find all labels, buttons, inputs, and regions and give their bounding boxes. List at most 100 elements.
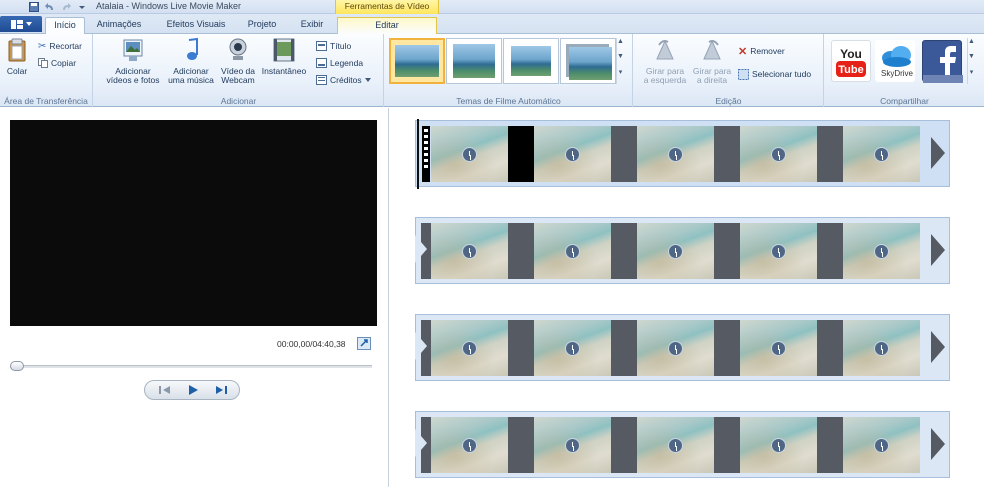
clip-frame[interactable] xyxy=(843,126,920,182)
video-preview[interactable] xyxy=(10,120,377,326)
clip-frame[interactable] xyxy=(534,320,611,376)
theme-thumbnail-1[interactable] xyxy=(389,38,445,84)
clip-frame[interactable] xyxy=(843,223,920,279)
save-icon[interactable] xyxy=(28,1,40,13)
credits-button[interactable]: Créditos xyxy=(316,73,371,87)
title-bar: Atalaia - Windows Live Movie Maker Ferra… xyxy=(0,0,984,14)
frame-separator xyxy=(817,126,843,182)
clip-frame[interactable] xyxy=(534,417,611,473)
group-share: You Tube SkyDrive ▲ ▼ ▾ Compartilhar xyxy=(825,34,984,107)
next-frame-button[interactable] xyxy=(207,383,235,397)
clock-icon xyxy=(771,341,786,356)
filmstrip-row[interactable] xyxy=(415,314,950,381)
playhead-cursor[interactable] xyxy=(417,119,419,189)
tab-efeitos-visuais[interactable]: Efeitos Visuais xyxy=(158,17,234,34)
clip-frame[interactable] xyxy=(637,320,714,376)
share-up-icon[interactable]: ▲ xyxy=(968,38,975,53)
group-label-clipboard: Área de Transferência xyxy=(4,96,88,106)
add-music-button[interactable]: Adicionar uma música xyxy=(164,37,218,85)
clip-frame[interactable] xyxy=(843,417,920,473)
group-label-editing: Edição xyxy=(715,96,742,106)
strip-left-cap xyxy=(415,223,431,279)
webcam-icon xyxy=(229,38,247,60)
theme-gallery-scroller[interactable]: ▲ ▼ ▾ xyxy=(616,38,624,84)
select-all-label: Selecionar tudo xyxy=(752,69,812,79)
share-gallery-scroller[interactable]: ▲ ▼ ▾ xyxy=(967,38,975,84)
select-all-button[interactable]: Selecionar tudo xyxy=(738,67,811,81)
cut-button[interactable]: ✂ Recortar xyxy=(38,39,82,53)
clip-frame[interactable] xyxy=(637,223,714,279)
gallery-more-icon[interactable]: ▾ xyxy=(617,68,624,83)
group-label-add: Adicionar xyxy=(220,96,257,106)
tab-exibir[interactable]: Exibir xyxy=(293,17,331,34)
seek-thumb[interactable] xyxy=(10,361,24,371)
copy-button[interactable]: Copiar xyxy=(38,56,76,70)
filmstrip-row[interactable] xyxy=(415,120,950,187)
remove-button[interactable]: ✕ Remover xyxy=(738,44,785,58)
clip-frame[interactable] xyxy=(534,223,611,279)
gallery-up-icon[interactable]: ▲ xyxy=(617,38,624,53)
svg-text:You: You xyxy=(840,47,862,61)
undo-icon[interactable] xyxy=(44,1,56,13)
tab-projeto[interactable]: Projeto xyxy=(240,17,284,34)
customize-qat-icon[interactable] xyxy=(76,1,88,13)
clip-frame[interactable] xyxy=(431,320,508,376)
skydrive-share-button[interactable]: SkyDrive xyxy=(875,40,915,82)
tab-animacoes[interactable]: Animações xyxy=(90,17,148,34)
credits-label: Créditos xyxy=(330,75,362,85)
title-button[interactable]: Título xyxy=(316,39,351,53)
clip-frame[interactable] xyxy=(431,223,508,279)
clip-start-sprockets xyxy=(422,126,430,182)
paste-label: Colar xyxy=(6,66,28,76)
clip-frame[interactable] xyxy=(740,417,817,473)
frame-separator xyxy=(817,223,843,279)
group-label-themes: Temas de Filme Automático xyxy=(456,96,561,106)
fullscreen-button[interactable] xyxy=(357,337,371,350)
clock-icon xyxy=(668,244,683,259)
webcam-video-button[interactable]: Vídeo da Webcam xyxy=(218,37,258,85)
play-button[interactable] xyxy=(179,383,207,397)
share-down-icon[interactable]: ▼ xyxy=(968,53,975,68)
tab-inicio[interactable]: Início xyxy=(45,17,85,34)
filmstrip-row[interactable] xyxy=(415,411,950,478)
gallery-down-icon[interactable]: ▼ xyxy=(617,53,624,68)
group-add: Adicionar vídeos e fotos Adicionar uma m… xyxy=(94,34,384,107)
clock-icon xyxy=(462,244,477,259)
tab-editar[interactable]: Editar xyxy=(337,17,437,34)
theme-thumbnail-4[interactable] xyxy=(560,38,616,84)
frame-separator xyxy=(611,320,637,376)
share-more-icon[interactable]: ▾ xyxy=(968,68,975,83)
cut-label: Recortar xyxy=(49,41,82,51)
rotate-right-icon xyxy=(703,39,721,60)
theme-thumbnail-3[interactable] xyxy=(503,38,559,84)
filmstrip-row[interactable] xyxy=(415,217,950,284)
previous-frame-button[interactable] xyxy=(151,383,179,397)
clip-frame[interactable] xyxy=(740,320,817,376)
theme-thumbnail-2[interactable] xyxy=(446,38,502,84)
clock-icon xyxy=(668,438,683,453)
clock-icon xyxy=(771,244,786,259)
select-all-icon xyxy=(738,68,749,80)
caption-button[interactable]: Legenda xyxy=(316,56,363,70)
app-menu-button[interactable] xyxy=(0,16,42,32)
snapshot-button[interactable]: Instantâneo xyxy=(258,37,310,76)
clip-frame[interactable] xyxy=(843,320,920,376)
redo-icon[interactable] xyxy=(60,1,72,13)
frame-separator xyxy=(611,223,637,279)
caption-icon xyxy=(316,58,327,68)
rotate-right-button[interactable]: Girar para a direita xyxy=(690,37,734,85)
clip-frame[interactable] xyxy=(637,417,714,473)
rotate-left-button[interactable]: Girar para a esquerda xyxy=(642,37,688,85)
clip-frame[interactable] xyxy=(431,417,508,473)
add-videos-photos-button[interactable]: Adicionar vídeos e fotos xyxy=(106,37,160,85)
clip-frame[interactable] xyxy=(431,126,508,182)
previous-frame-icon xyxy=(159,386,170,394)
clip-frame[interactable] xyxy=(740,126,817,182)
paste-button[interactable]: Colar xyxy=(3,37,31,76)
clip-frame[interactable] xyxy=(637,126,714,182)
facebook-share-button[interactable] xyxy=(922,40,963,83)
clip-frame[interactable] xyxy=(534,126,611,182)
clip-frame[interactable] xyxy=(740,223,817,279)
seek-bar[interactable] xyxy=(10,365,372,368)
youtube-share-button[interactable]: You Tube xyxy=(831,40,871,82)
